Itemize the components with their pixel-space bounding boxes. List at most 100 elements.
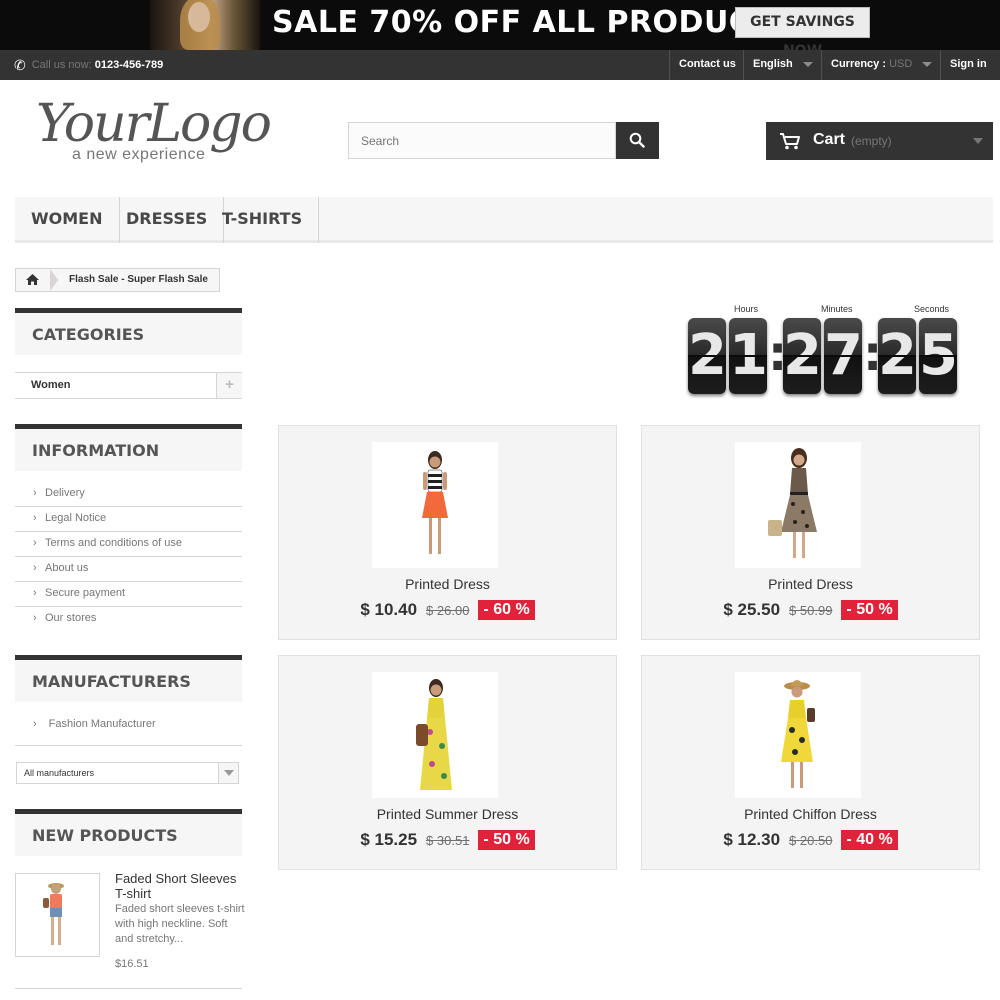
- manufacturer-link[interactable]: › Fashion Manufacturer: [15, 712, 242, 746]
- new-product-description: Faded short sleeves t-shirt with high ne…: [115, 903, 245, 945]
- chevron-down-icon: [922, 61, 933, 67]
- chevron-right-icon: ›: [33, 587, 37, 599]
- product-price-row: $ 15.25 $ 30.51 - 50 %: [279, 830, 616, 850]
- home-icon: [26, 274, 39, 285]
- info-link-our-stores[interactable]: › Our stores: [15, 607, 242, 632]
- language-selector[interactable]: English: [743, 50, 822, 80]
- breadcrumb-separator: [50, 269, 58, 291]
- countdown-seconds-digit: 2: [878, 318, 916, 394]
- countdown-seconds-digit: 5: [919, 318, 957, 394]
- chevron-right-icon: ›: [33, 512, 37, 524]
- product-image[interactable]: [735, 442, 861, 568]
- countdown-hours-digit: 1: [729, 318, 767, 394]
- manufacturers-title: MANUFACTURERS: [15, 655, 242, 702]
- info-link-terms[interactable]: › Terms and conditions of use: [15, 532, 242, 557]
- info-link-delivery[interactable]: › Delivery: [15, 482, 242, 507]
- product-price: $ 25.50: [723, 600, 781, 619]
- info-link-legal-notice[interactable]: › Legal Notice: [15, 507, 242, 532]
- chevron-down-icon: [802, 61, 813, 67]
- countdown-minutes-digit: 7: [824, 318, 862, 394]
- logo-tagline: a new experience: [72, 146, 206, 163]
- information-list: › Delivery › Legal Notice › Terms and condi…: [15, 482, 242, 632]
- banner-headline: SALE 70% OFF ALL PRODUCTS: [272, 5, 795, 40]
- countdown-hours-digit: 2: [688, 318, 726, 394]
- product-card[interactable]: Printed Dress $ 10.40 $ 26.00 - 60 %: [278, 425, 617, 640]
- product-image[interactable]: [372, 442, 498, 568]
- expand-plus-icon[interactable]: +: [216, 373, 242, 398]
- product-price-row: $ 25.50 $ 50.99 - 50 %: [642, 600, 979, 620]
- product-image[interactable]: [372, 672, 498, 798]
- categories-title: CATEGORIES: [15, 308, 242, 355]
- countdown-minutes-label: Minutes: [821, 304, 853, 314]
- information-title: INFORMATION: [15, 424, 242, 471]
- new-products-title: NEW PRODUCTS: [15, 809, 242, 856]
- product-card[interactable]: Printed Dress $ 25.50 $ 50.99 - 50 %: [641, 425, 980, 640]
- info-link-secure-payment[interactable]: › Secure payment: [15, 582, 242, 607]
- chevron-right-icon: ›: [33, 562, 37, 574]
- breadcrumb: Flash Sale - Super Flash Sale: [15, 268, 220, 292]
- product-price-row: $ 10.40 $ 26.00 - 60 %: [279, 600, 616, 620]
- search-icon: [629, 132, 645, 148]
- product-card[interactable]: Printed Chiffon Dress $ 12.30 $ 20.50 - 40…: [641, 655, 980, 870]
- breadcrumb-home[interactable]: [16, 269, 50, 291]
- info-link-about-us[interactable]: › About us: [15, 557, 242, 582]
- discount-badge: - 50 %: [478, 830, 535, 850]
- phone-info: ✆ Call us now: 0123-456-789: [14, 50, 163, 80]
- menu-item-tshirts[interactable]: T-SHIRTS: [206, 197, 320, 243]
- chevron-right-icon: ›: [33, 718, 37, 730]
- product-old-price: $ 20.50: [789, 832, 833, 848]
- menu-item-women[interactable]: WOMEN: [15, 197, 120, 243]
- new-product-image[interactable]: [15, 873, 100, 957]
- product-price: $ 12.30: [723, 830, 781, 849]
- new-product-price: $16.51: [115, 958, 149, 970]
- call-prefix: Call us now:: [31, 59, 92, 71]
- search-button[interactable]: [616, 122, 659, 159]
- product-price: $ 10.40: [360, 600, 418, 619]
- product-old-price: $ 50.99: [789, 602, 833, 618]
- countdown-minutes-digit: 2: [783, 318, 821, 394]
- cart-icon: [780, 133, 800, 150]
- promo-banner[interactable]: SALE 70% OFF ALL PRODUCTS GET SAVINGS NO…: [0, 0, 1000, 50]
- product-card[interactable]: Printed Summer Dress $ 15.25 $ 30.51 - 50 …: [278, 655, 617, 870]
- contact-us-link[interactable]: Contact us: [669, 50, 745, 80]
- chevron-right-icon: ›: [33, 612, 37, 624]
- site-logo[interactable]: YourLogo a new experience: [36, 98, 276, 168]
- category-label: Women: [31, 379, 71, 391]
- manufacturer-select[interactable]: All manufacturers: [16, 762, 239, 784]
- cart-status: (empty): [851, 134, 892, 148]
- cart-label: Cart: [813, 131, 846, 148]
- logo-main-text: YourLogo: [36, 94, 272, 154]
- category-item-women[interactable]: Women +: [15, 372, 242, 399]
- product-image[interactable]: [735, 672, 861, 798]
- new-product-name[interactable]: Faded Short Sleeves T-shirt: [115, 871, 245, 901]
- phone-icon: ✆: [14, 57, 26, 73]
- chevron-down-icon: [218, 763, 238, 783]
- product-price-row: $ 12.30 $ 20.50 - 40 %: [642, 830, 979, 850]
- product-name[interactable]: Printed Dress: [279, 576, 616, 592]
- currency-selector[interactable]: Currency : USD: [821, 50, 941, 80]
- countdown-seconds-label: Seconds: [914, 304, 950, 314]
- sign-in-link[interactable]: Sign in: [940, 50, 996, 80]
- discount-badge: - 40 %: [841, 830, 898, 850]
- cart-button[interactable]: Cart (empty): [766, 122, 993, 160]
- banner-model-image: [150, 0, 260, 50]
- chevron-right-icon: ›: [33, 487, 37, 499]
- get-savings-button[interactable]: GET SAVINGS NOW: [735, 7, 870, 50]
- top-navbar: ✆ Call us now: 0123-456-789 Contact us En…: [0, 50, 1000, 80]
- product-name[interactable]: Printed Dress: [642, 576, 979, 592]
- discount-badge: - 60 %: [478, 600, 535, 620]
- product-old-price: $ 26.00: [426, 602, 470, 618]
- discount-badge: - 50 %: [841, 600, 898, 620]
- main-menu: WOMEN DRESSES T-SHIRTS: [15, 197, 993, 243]
- chevron-right-icon: ›: [33, 537, 37, 549]
- product-name[interactable]: Printed Summer Dress: [279, 806, 616, 822]
- product-name[interactable]: Printed Chiffon Dress: [642, 806, 979, 822]
- breadcrumb-current: Flash Sale - Super Flash Sale: [69, 274, 208, 285]
- product-price: $ 15.25: [360, 830, 418, 849]
- search-input[interactable]: [348, 122, 616, 159]
- divider: [15, 988, 242, 989]
- product-old-price: $ 30.51: [426, 832, 470, 848]
- chevron-down-icon: [973, 138, 983, 144]
- phone-number: 0123-456-789: [94, 59, 164, 71]
- countdown-hours-label: Hours: [734, 304, 759, 314]
